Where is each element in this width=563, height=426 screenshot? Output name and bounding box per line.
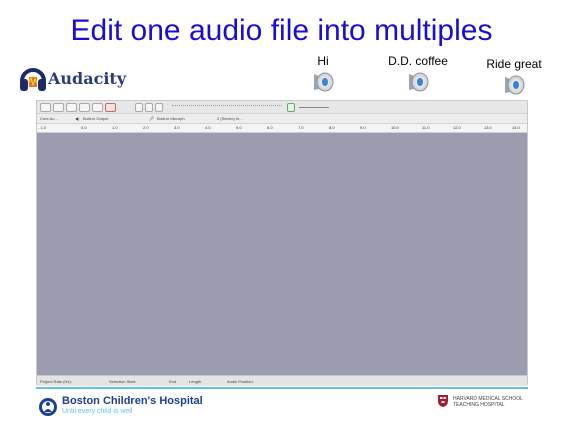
audio-clip-ride-great[interactable]: Ride great xyxy=(478,57,550,95)
hms-line2: TEACHING HOSPITAL xyxy=(453,402,505,408)
speaker-device-icon: ◀) xyxy=(75,116,80,121)
audacity-logo: Audacity xyxy=(18,63,126,93)
timeshift-tool-button[interactable] xyxy=(145,103,153,112)
pause-button[interactable] xyxy=(40,103,51,112)
multi-tool-button[interactable] xyxy=(155,103,163,112)
audio-clip-hi[interactable]: Hi xyxy=(298,54,348,92)
hms-text: HARVARD MEDICAL SCHOOL TEACHING HOSPITAL xyxy=(453,396,523,408)
selection-start-label: Selection Start: xyxy=(109,379,137,384)
speaker-icon xyxy=(314,72,334,92)
ruler-tick: 5.0 xyxy=(236,125,242,130)
speaker-icon xyxy=(409,72,429,92)
audio-clip-dd-coffee[interactable]: D.D. coffee xyxy=(380,54,456,92)
transport-toolbar xyxy=(37,101,527,114)
ruler-tick: 11.0 xyxy=(422,125,430,130)
timeline-ruler[interactable]: - 1.0 0.0 1.0 2.0 3.0 4.0 5.0 6.0 7.0 8.… xyxy=(37,124,527,133)
audio-position-label: Audio Position: xyxy=(227,379,254,384)
ruler-tick: 13.0 xyxy=(484,125,492,130)
mic-icon: 🎤︎ xyxy=(149,116,155,121)
play-button[interactable] xyxy=(53,103,64,112)
ruler-tick: 0.0 xyxy=(81,125,87,130)
speaker-icon xyxy=(505,75,525,95)
footer-divider xyxy=(36,387,528,389)
boston-childrens-logo: Boston Children's Hospital Until every c… xyxy=(38,394,238,424)
harvard-medical-school-logo: HARVARD MEDICAL SCHOOL TEACHING HOSPITAL xyxy=(437,394,547,414)
skip-start-button[interactable] xyxy=(79,103,90,112)
meter-toolbar xyxy=(172,105,282,109)
input-device-select[interactable]: Built-in Microph xyxy=(157,116,185,121)
ruler-tick: 2.0 xyxy=(143,125,149,130)
audacity-window: Core Au... ◀) Built-in Output 🎤︎ Built-i… xyxy=(36,100,528,386)
ruler-tick: 4.0 xyxy=(205,125,211,130)
output-device-select[interactable]: Built-in Output xyxy=(83,116,108,121)
selection-toolbar: Project Rate (Hz): Selection Start: End … xyxy=(37,375,527,386)
stop-button[interactable] xyxy=(66,103,77,112)
skip-end-button[interactable] xyxy=(92,103,103,112)
device-toolbar: Core Au... ◀) Built-in Output 🎤︎ Built-i… xyxy=(37,114,527,124)
input-channels-select[interactable]: 2 (Stereo) In... xyxy=(217,116,243,121)
zoom-tool-button[interactable] xyxy=(135,103,143,112)
track-area[interactable] xyxy=(37,133,527,375)
ruler-tick: 7.0 xyxy=(298,125,304,130)
hospital-emblem-icon xyxy=(39,398,57,416)
end-radio[interactable]: End xyxy=(169,379,176,384)
ruler-tick: 8.0 xyxy=(329,125,335,130)
audio-clip-label: Hi xyxy=(317,54,329,68)
ruler-tick: 10.0 xyxy=(391,125,399,130)
record-button[interactable] xyxy=(105,103,116,112)
slide-title: Edit one audio file into multiples xyxy=(70,14,493,47)
ruler-tick: 3.0 xyxy=(174,125,180,130)
audio-clip-label: Ride great xyxy=(486,57,542,71)
headphones-icon xyxy=(20,68,46,91)
speed-slider[interactable] xyxy=(299,107,329,108)
ruler-tick: 1.0 xyxy=(112,125,118,130)
audacity-wordmark: Audacity xyxy=(48,69,127,88)
play-at-speed-button[interactable] xyxy=(287,103,295,112)
ruler-tick: 12.0 xyxy=(453,125,461,130)
ruler-tick: - 1.0 xyxy=(38,125,47,130)
length-radio[interactable]: Length xyxy=(189,379,201,384)
hospital-name: Boston Children's Hospital xyxy=(62,395,203,407)
ruler-tick: 6.0 xyxy=(267,125,273,130)
project-rate-label: Project Rate (Hz): xyxy=(40,379,72,384)
audio-clip-label: D.D. coffee xyxy=(388,54,448,68)
ruler-tick: 14.0 xyxy=(512,125,520,130)
hospital-tagline: Until every child is well xyxy=(62,408,133,415)
ruler-tick: 9.0 xyxy=(360,125,366,130)
harvard-shield-icon xyxy=(438,395,448,407)
audio-host-select[interactable]: Core Au... xyxy=(40,116,58,121)
